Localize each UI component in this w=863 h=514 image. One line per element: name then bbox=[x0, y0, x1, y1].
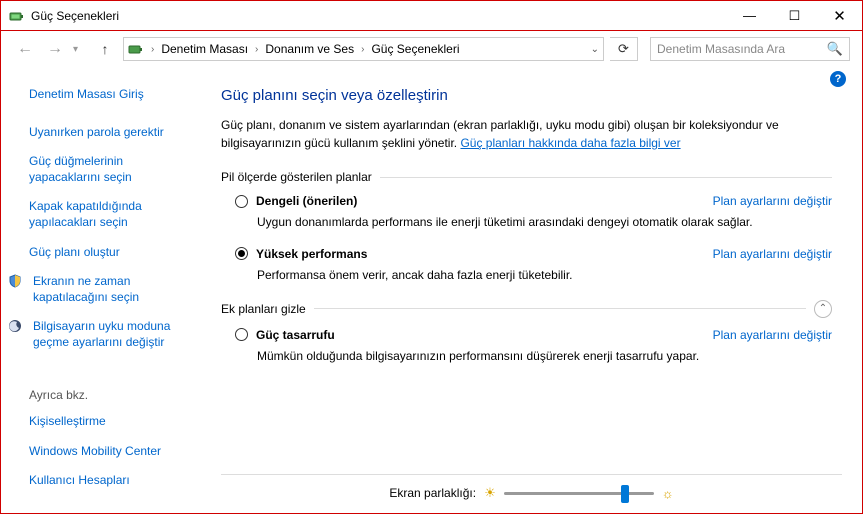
see-also-link[interactable]: Windows Mobility Center bbox=[29, 444, 191, 460]
power-plan: Yüksek performans Plan ayarlarını değişt… bbox=[235, 247, 832, 284]
breadcrumb-item[interactable]: Denetim Masası bbox=[161, 42, 248, 56]
minimize-button[interactable]: — bbox=[727, 1, 772, 30]
sidebar-home-link[interactable]: Denetim Masası Giriş bbox=[29, 87, 191, 103]
change-plan-link[interactable]: Plan ayarlarını değiştir bbox=[713, 247, 832, 261]
sun-high-icon: ☼ bbox=[662, 486, 674, 501]
sidebar-link[interactable]: Uyanırken parola gerektir bbox=[29, 125, 191, 141]
change-plan-link[interactable]: Plan ayarlarını değiştir bbox=[713, 328, 832, 342]
plan-name: Dengeli (önerilen) bbox=[256, 194, 357, 208]
search-box[interactable]: 🔍 bbox=[650, 37, 850, 61]
battery-icon bbox=[9, 8, 25, 24]
section-title-extra: Ek planları gizle ⌃ bbox=[221, 300, 832, 318]
history-dropdown[interactable]: ▾ bbox=[73, 44, 87, 55]
plan-name: Güç tasarrufu bbox=[256, 328, 335, 342]
page-heading: Güç planını seçin veya özelleştirin bbox=[221, 87, 832, 104]
sidebar-item: Ekranın ne zaman kapatılacağını seçin bbox=[29, 274, 191, 305]
sidebar-link[interactable]: Kapak kapatıldığında yapılacakları seçin bbox=[29, 199, 191, 230]
title-bar: Güç Seçenekleri — ☐ ✕ bbox=[1, 1, 862, 31]
battery-icon bbox=[128, 41, 144, 57]
maximize-button[interactable]: ☐ bbox=[772, 1, 817, 30]
sun-low-icon: ☀ bbox=[484, 485, 496, 501]
main-panel: Güç planını seçin veya özelleştirin Güç … bbox=[201, 67, 862, 513]
see-also-link[interactable]: Kişiselleştirme bbox=[29, 414, 191, 430]
intro-text: Güç planı, donanım ve sistem ayarlarında… bbox=[221, 116, 832, 152]
window-title: Güç Seçenekleri bbox=[31, 9, 727, 23]
brightness-slider[interactable] bbox=[504, 492, 654, 495]
search-icon[interactable]: 🔍 bbox=[827, 41, 843, 57]
sidebar-link[interactable]: Bilgisayarın uyku moduna geçme ayarların… bbox=[33, 319, 191, 350]
section-title-primary: Pil ölçerde gösterilen planlar bbox=[221, 170, 832, 184]
content-area: Denetim Masası Giriş Uyanırken parola ge… bbox=[1, 67, 862, 513]
sidebar: Denetim Masası Giriş Uyanırken parola ge… bbox=[1, 67, 201, 513]
intro-link[interactable]: Güç planları hakkında daha fazla bilgi v… bbox=[460, 136, 680, 150]
back-button[interactable]: ← bbox=[13, 37, 37, 61]
forward-button[interactable]: → bbox=[43, 37, 67, 61]
divider bbox=[314, 308, 806, 309]
address-right: ⌄ bbox=[591, 44, 599, 55]
see-also-heading: Ayrıca bkz. bbox=[29, 388, 191, 402]
slider-thumb[interactable] bbox=[621, 485, 629, 503]
navigation-bar: ← → ▾ ↑ › Denetim Masası › Donanım ve Se… bbox=[1, 31, 862, 67]
plan-description: Uygun donanımlarda performans ile enerji… bbox=[257, 214, 832, 231]
address-dropdown-icon[interactable]: ⌄ bbox=[591, 44, 599, 55]
sidebar-link[interactable]: Güç planı oluştur bbox=[29, 245, 191, 261]
sidebar-item: Bilgisayarın uyku moduna geçme ayarların… bbox=[29, 319, 191, 350]
change-plan-link[interactable]: Plan ayarlarını değiştir bbox=[713, 194, 832, 208]
breadcrumb-item[interactable]: Güç Seçenekleri bbox=[371, 42, 459, 56]
plan-radio[interactable] bbox=[235, 247, 248, 260]
divider bbox=[380, 177, 832, 178]
shield-icon bbox=[7, 274, 23, 288]
refresh-button[interactable]: ⟳ bbox=[610, 37, 638, 61]
plan-radio[interactable] bbox=[235, 195, 248, 208]
sidebar-link[interactable]: Güç düğmelerinin yapacaklarını seçin bbox=[29, 154, 191, 185]
window-controls: — ☐ ✕ bbox=[727, 1, 862, 30]
close-button[interactable]: ✕ bbox=[817, 1, 862, 30]
sidebar-link[interactable]: Ekranın ne zaman kapatılacağını seçin bbox=[33, 274, 191, 305]
brightness-footer: Ekran parlaklığı: ☀ ☼ bbox=[221, 474, 842, 501]
power-plan: Güç tasarrufu Plan ayarlarını değiştir M… bbox=[235, 328, 832, 365]
address-bar[interactable]: › Denetim Masası › Donanım ve Ses › Güç … bbox=[123, 37, 604, 61]
plan-description: Performansa önem verir, ancak daha fazla… bbox=[257, 267, 832, 284]
breadcrumb-item[interactable]: Donanım ve Ses bbox=[265, 42, 354, 56]
plan-description: Mümkün olduğunda bilgisayarınızın perfor… bbox=[257, 348, 832, 365]
plan-name: Yüksek performans bbox=[256, 247, 367, 261]
breadcrumb-sep: › bbox=[148, 44, 157, 55]
search-input[interactable] bbox=[657, 42, 823, 56]
breadcrumb-sep: › bbox=[358, 44, 367, 55]
plan-radio[interactable] bbox=[235, 328, 248, 341]
breadcrumb-sep: › bbox=[252, 44, 261, 55]
up-button[interactable]: ↑ bbox=[93, 37, 117, 61]
collapse-icon[interactable]: ⌃ bbox=[814, 300, 832, 318]
moon-icon bbox=[7, 319, 23, 333]
brightness-label: Ekran parlaklığı: bbox=[389, 486, 476, 500]
power-plan: Dengeli (önerilen) Plan ayarlarını değiş… bbox=[235, 194, 832, 231]
see-also-link[interactable]: Kullanıcı Hesapları bbox=[29, 473, 191, 489]
